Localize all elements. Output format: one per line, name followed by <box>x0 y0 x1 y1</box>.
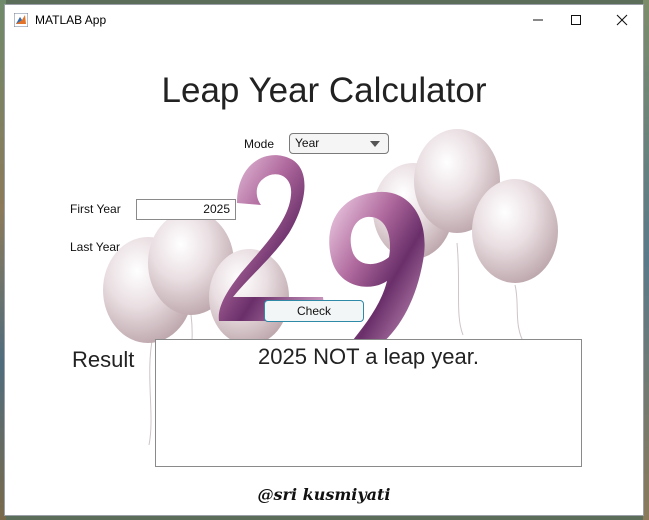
last-year-label: Last Year <box>70 240 121 254</box>
first-year-label: First Year <box>70 202 121 216</box>
author-signature: @sri kusmiyati <box>257 485 391 504</box>
close-icon <box>616 14 628 26</box>
mode-selected-value: Year <box>295 136 320 150</box>
result-label: Result <box>72 347 135 372</box>
window-title: MATLAB App <box>35 13 107 27</box>
maximize-icon <box>571 15 581 25</box>
check-button[interactable]: Check <box>264 300 364 322</box>
title-bar[interactable]: MATLAB App <box>5 5 643 35</box>
maximize-button[interactable] <box>553 5 599 35</box>
close-button[interactable] <box>599 5 643 35</box>
app-content: Leap Year Calculator Mode Year First Yea… <box>5 35 643 515</box>
mode-label: Mode <box>244 137 275 151</box>
matlab-logo-icon <box>14 13 28 27</box>
number-nine-art <box>329 191 425 358</box>
mode-dropdown[interactable]: Year <box>289 133 389 154</box>
result-output-box: 2025 NOT a leap year. <box>155 339 582 467</box>
chevron-down-icon <box>370 141 380 147</box>
minimize-icon <box>533 19 543 21</box>
balloon <box>472 179 558 283</box>
result-text: 2025 NOT a leap year. <box>258 344 479 369</box>
app-window: MATLAB App Leap Year Calculator Mode Yea… <box>4 4 644 516</box>
first-year-input[interactable]: 2025 <box>136 199 236 220</box>
app-title: Leap Year Calculator <box>161 71 487 110</box>
